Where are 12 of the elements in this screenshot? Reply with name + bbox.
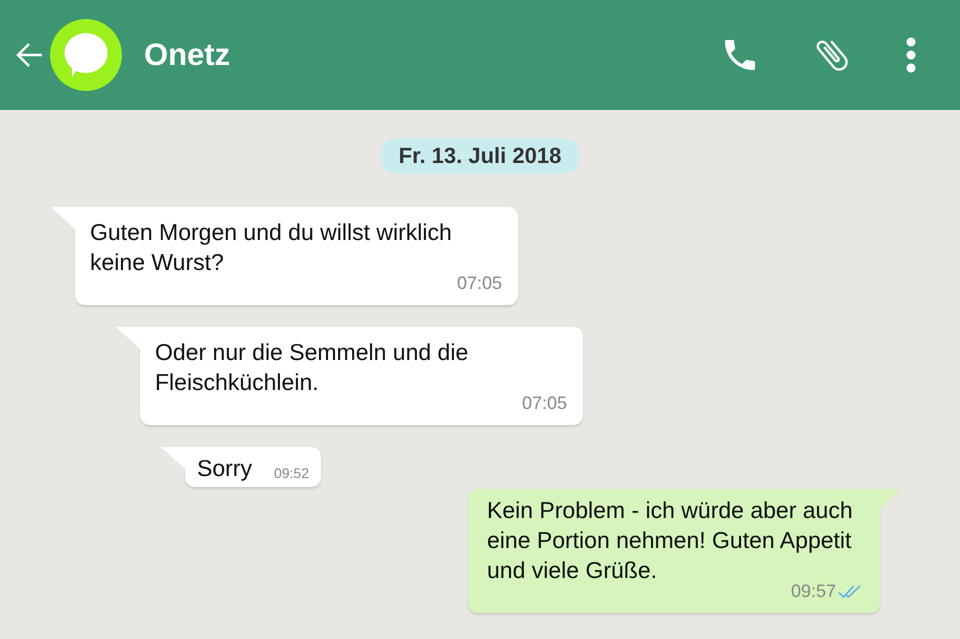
message-text: Guten Morgen und du willst wirklich keine Wurst? bbox=[90, 219, 452, 275]
message-text: Sorry bbox=[197, 454, 252, 483]
message-time: 07:05 bbox=[456, 273, 502, 293]
date-label: Fr. 13. Juli 2018 bbox=[380, 138, 580, 174]
message-time: 09:52 bbox=[274, 464, 309, 483]
message-text: Oder nur die Semmeln und die Fleischküchlein. bbox=[155, 339, 468, 395]
menu-icon[interactable] bbox=[906, 37, 916, 73]
chat-title: Onetz bbox=[144, 37, 230, 73]
message-time: 07:05 bbox=[522, 393, 567, 413]
avatar-icon[interactable] bbox=[50, 19, 122, 91]
message-text: Kein Problem - ich würde aber auch eine Portion nehmen! Guten Appetit und viele Grüße. bbox=[487, 497, 853, 583]
message-time: 09:57 bbox=[790, 581, 836, 601]
